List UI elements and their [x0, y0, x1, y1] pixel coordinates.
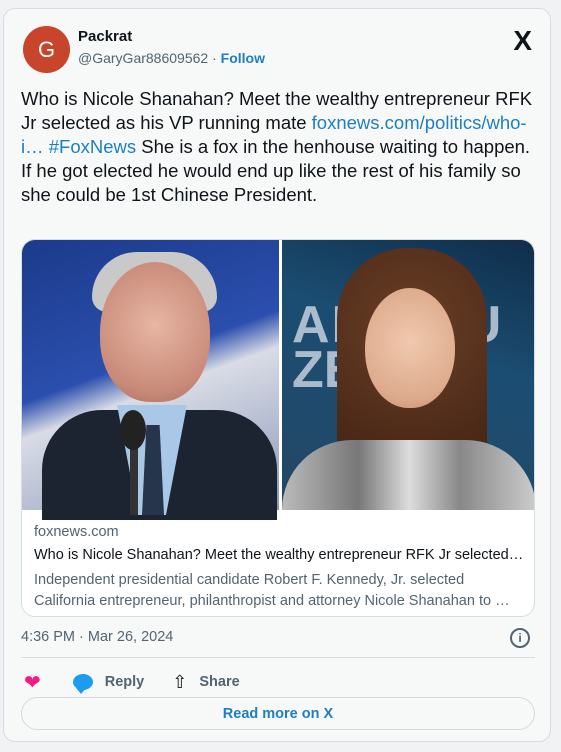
action-bar: ❤ Reply ⇧ Share [24, 669, 240, 695]
tweet-timestamp[interactable]: 4:36 PM · Mar 26, 2024 [21, 629, 173, 645]
share-button[interactable]: Share [199, 674, 239, 690]
read-more-button[interactable]: Read more on X [21, 697, 535, 730]
info-icon[interactable]: i [510, 628, 530, 648]
separator-dot: · [212, 50, 217, 66]
link-description: Independent presidential candidate Rober… [34, 572, 510, 609]
link-card-text[interactable]: foxnews.com Who is Nicole Shanahan? Meet… [22, 510, 534, 616]
speaker-head [100, 262, 210, 402]
share-icon[interactable]: ⇧ [172, 672, 187, 693]
reply-bubble-icon[interactable] [72, 674, 93, 694]
author-name[interactable]: Packrat [78, 28, 132, 45]
tweet-card: G Packrat @GaryGar88609562 · Follow X Wh… [3, 8, 551, 742]
preview-image-left [22, 240, 279, 520]
preview-image-right: AKT OU ZE [282, 240, 534, 510]
heart-icon[interactable]: ❤ [24, 670, 41, 695]
woman-face [365, 288, 455, 408]
microphone-icon [120, 410, 146, 450]
author-handle-row: @GaryGar88609562 · Follow [78, 50, 265, 66]
woman-dress [282, 440, 534, 510]
microphone-stand [130, 445, 138, 515]
hashtag-link[interactable]: #FoxNews [49, 136, 136, 157]
tweet-text: Who is Nicole Shanahan? Meet the wealthy… [21, 87, 541, 207]
link-title: Who is Nicole Shanahan? Meet the wealthy… [34, 547, 524, 563]
follow-button[interactable]: Follow [221, 50, 265, 66]
link-preview-card[interactable]: AKT OU ZE foxnews.com Who is Nicole Shan… [21, 239, 535, 617]
divider [21, 657, 535, 658]
link-domain: foxnews.com [34, 524, 119, 540]
avatar[interactable]: G [23, 26, 70, 73]
author-handle[interactable]: @GaryGar88609562 [78, 50, 208, 66]
x-logo-icon[interactable]: X [513, 25, 532, 57]
reply-button[interactable]: Reply [105, 674, 145, 690]
